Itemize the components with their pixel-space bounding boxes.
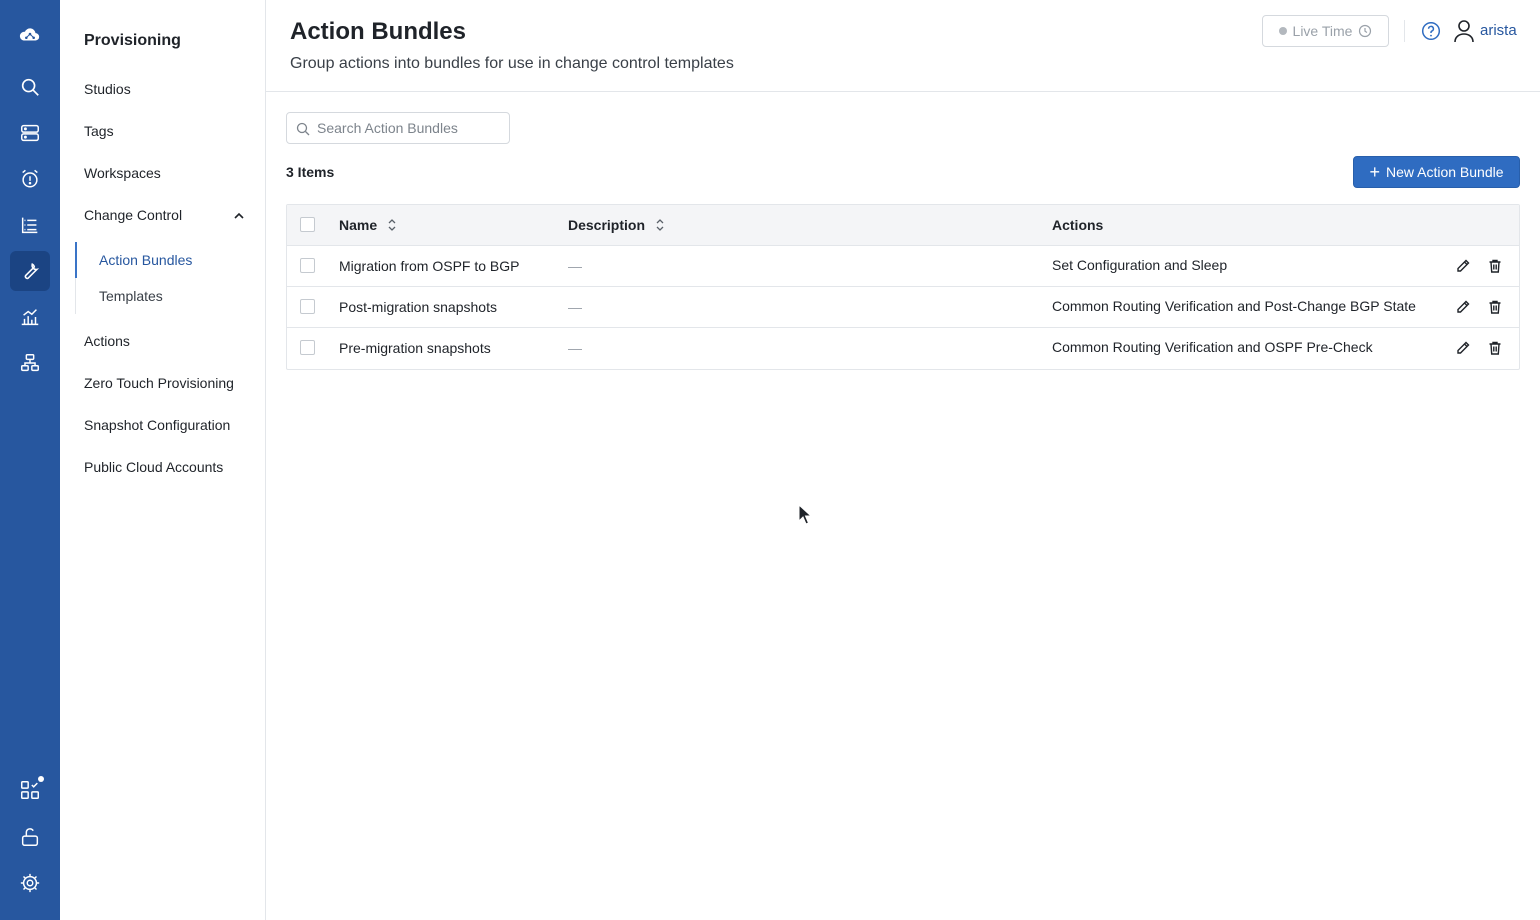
nav-item-workspaces[interactable]: Workspaces [84, 165, 161, 181]
edit-pencil-icon[interactable] [1455, 258, 1471, 274]
page-title: Action Bundles [290, 18, 467, 45]
chevron-up-icon[interactable] [232, 209, 246, 223]
table-row[interactable]: Migration from OSPF to BGP — Set Configu… [287, 246, 1519, 287]
topology-icon[interactable] [10, 343, 50, 383]
new-action-bundle-button[interactable]: + New Action Bundle [1353, 156, 1520, 188]
nav-item-snapshot-configuration[interactable]: Snapshot Configuration [84, 417, 230, 433]
table-header: Name Description Actions [287, 205, 1519, 246]
new-action-bundle-label: New Action Bundle [1385, 164, 1504, 180]
help-icon[interactable] [1421, 21, 1441, 41]
row-checkbox[interactable] [300, 258, 315, 273]
header-divider [1404, 20, 1405, 42]
table-row[interactable]: Pre-migration snapshots — Common Routing… [287, 328, 1519, 369]
column-header-actions: Actions [1052, 217, 1103, 233]
tasks-list-icon[interactable] [10, 205, 50, 245]
apps-grid-icon[interactable] [10, 770, 50, 810]
nav-item-actions[interactable]: Actions [84, 333, 130, 349]
column-label-name: Name [339, 217, 378, 233]
search-box [286, 112, 510, 144]
edit-pencil-icon[interactable] [1455, 340, 1471, 356]
mouse-cursor-icon [798, 504, 812, 525]
column-header-description[interactable]: Description [568, 217, 665, 233]
nav-item-templates[interactable]: Templates [99, 288, 163, 304]
sort-icon[interactable] [387, 218, 397, 232]
page-header: Action Bundles Group actions into bundle… [266, 0, 1540, 92]
subnav-title: Provisioning [84, 32, 181, 49]
nav-item-public-cloud-accounts[interactable]: Public Cloud Accounts [84, 459, 223, 475]
row-actions: Common Routing Verification and Post-Cha… [1052, 298, 1416, 314]
clock-icon [1359, 24, 1372, 38]
notification-dot [38, 776, 44, 782]
search-icon [296, 122, 310, 136]
nav-item-action-bundles[interactable]: Action Bundles [99, 252, 192, 268]
unlock-icon[interactable] [10, 817, 50, 857]
user-name-link[interactable]: arista [1480, 22, 1517, 39]
row-name: Migration from OSPF to BGP [339, 258, 520, 274]
delete-trash-icon[interactable] [1487, 299, 1503, 315]
nav-item-zero-touch-provisioning[interactable]: Zero Touch Provisioning [84, 375, 234, 391]
live-time-label: Live Time [1292, 23, 1353, 39]
row-checkbox[interactable] [300, 340, 315, 355]
nav-item-tags[interactable]: Tags [84, 123, 114, 139]
delete-trash-icon[interactable] [1487, 258, 1503, 274]
row-checkbox[interactable] [300, 299, 315, 314]
row-actions: Common Routing Verification and OSPF Pre… [1052, 339, 1373, 355]
active-indicator [75, 242, 77, 278]
row-description: — [568, 258, 582, 274]
live-time-button[interactable]: Live Time [1262, 15, 1389, 47]
status-dot-icon [1278, 27, 1287, 35]
settings-gear-icon[interactable] [10, 863, 50, 903]
events-alarm-icon[interactable] [10, 159, 50, 199]
column-header-name[interactable]: Name [339, 217, 397, 233]
select-all-checkbox[interactable] [300, 217, 315, 232]
row-description: — [568, 340, 582, 356]
plus-icon: + [1369, 162, 1380, 182]
provisioning-subnav: Provisioning Studios Tags Workspaces Cha… [60, 0, 266, 920]
delete-trash-icon[interactable] [1487, 340, 1503, 356]
table-row[interactable]: Post-migration snapshots — Common Routin… [287, 287, 1519, 328]
devices-icon[interactable] [10, 113, 50, 153]
row-actions: Set Configuration and Sleep [1052, 257, 1228, 273]
sort-icon[interactable] [655, 218, 665, 232]
row-name: Post-migration snapshots [339, 299, 497, 315]
items-count: 3 Items [286, 164, 335, 180]
provisioning-wrench-icon[interactable] [10, 251, 50, 291]
column-label-actions: Actions [1052, 217, 1104, 233]
search-icon[interactable] [10, 67, 50, 107]
page-subtitle: Group actions into bundles for use in ch… [290, 55, 734, 72]
nav-item-change-control[interactable]: Change Control [84, 207, 182, 223]
cloud-logo-icon[interactable] [10, 15, 50, 55]
sub-guide-line [75, 278, 76, 314]
search-input[interactable] [317, 118, 503, 138]
dashboards-chart-icon[interactable] [10, 297, 50, 337]
icon-rail [0, 0, 60, 920]
row-description: — [568, 299, 582, 315]
action-bundles-table: Name Description Actions Migration from … [286, 204, 1520, 370]
nav-item-studios[interactable]: Studios [84, 81, 131, 97]
user-avatar-icon[interactable] [1453, 19, 1475, 43]
column-label-description: Description [568, 217, 646, 233]
edit-pencil-icon[interactable] [1455, 299, 1471, 315]
row-name: Pre-migration snapshots [339, 340, 491, 356]
